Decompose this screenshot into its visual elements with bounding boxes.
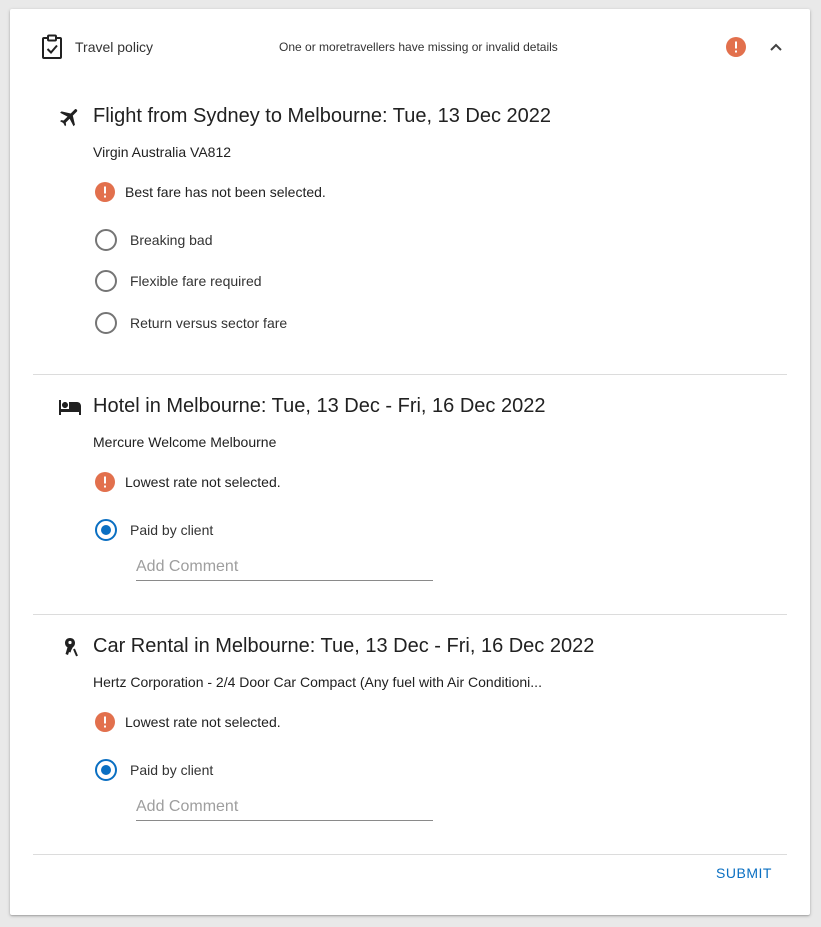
hotel-subtitle: Mercure Welcome Melbourne xyxy=(93,434,277,450)
radio-circle[interactable] xyxy=(95,229,117,251)
warning-icon xyxy=(95,472,115,492)
radio-flexible-fare-required[interactable]: Flexible fare required xyxy=(95,270,395,292)
alert-circle-icon xyxy=(726,37,746,57)
radio-paid-by-client[interactable]: Paid by client xyxy=(95,519,395,541)
radio-breaking-bad[interactable]: Breaking bad xyxy=(95,229,395,251)
car-rental-comment-input[interactable] xyxy=(136,794,433,821)
header-title: Travel policy xyxy=(75,39,154,55)
car-key-icon xyxy=(65,638,78,657)
car-rental-subtitle: Hertz Corporation - 2/4 Door Car Compact… xyxy=(93,674,542,690)
chevron-up-icon[interactable] xyxy=(767,39,785,55)
airplane-icon xyxy=(60,109,78,127)
submit-button[interactable]: SUBMIT xyxy=(706,861,782,885)
hotel-title: Hotel in Melbourne: Tue, 13 Dec - Fri, 1… xyxy=(93,395,546,417)
clipboard-check-icon xyxy=(42,34,62,59)
header-status-message: One or moretravellers have missing or in… xyxy=(279,40,558,54)
warning-icon xyxy=(95,712,115,732)
divider xyxy=(33,374,787,375)
divider xyxy=(33,614,787,615)
radio-label: Return versus sector fare xyxy=(130,315,288,331)
radio-label: Breaking bad xyxy=(130,232,213,248)
warning-text: Best fare has not been selected. xyxy=(125,184,326,200)
flight-title: Flight from Sydney to Melbourne: Tue, 13… xyxy=(93,105,552,127)
travel-policy-card: Travel policy One or moretravellers have… xyxy=(10,9,810,915)
bed-icon xyxy=(59,400,81,415)
radio-circle-selected[interactable] xyxy=(95,759,117,781)
hotel-comment-input[interactable] xyxy=(136,554,433,581)
radio-label: Paid by client xyxy=(130,522,214,538)
warning-icon xyxy=(95,182,115,202)
warning-text: Lowest rate not selected. xyxy=(125,714,281,730)
car-rental-title: Car Rental in Melbourne: Tue, 13 Dec - F… xyxy=(93,635,595,657)
radio-circle[interactable] xyxy=(95,270,117,292)
radio-return-versus-sector-fare[interactable]: Return versus sector fare xyxy=(95,312,395,334)
radio-paid-by-client[interactable]: Paid by client xyxy=(95,759,395,781)
divider xyxy=(33,854,787,855)
travel-policy-header[interactable]: Travel policy One or moretravellers have… xyxy=(10,9,810,85)
radio-label: Paid by client xyxy=(130,762,214,778)
warning-text: Lowest rate not selected. xyxy=(125,474,281,490)
radio-circle[interactable] xyxy=(95,312,117,334)
radio-circle-selected[interactable] xyxy=(95,519,117,541)
radio-label: Flexible fare required xyxy=(130,273,262,289)
flight-subtitle: Virgin Australia VA812 xyxy=(93,144,232,160)
